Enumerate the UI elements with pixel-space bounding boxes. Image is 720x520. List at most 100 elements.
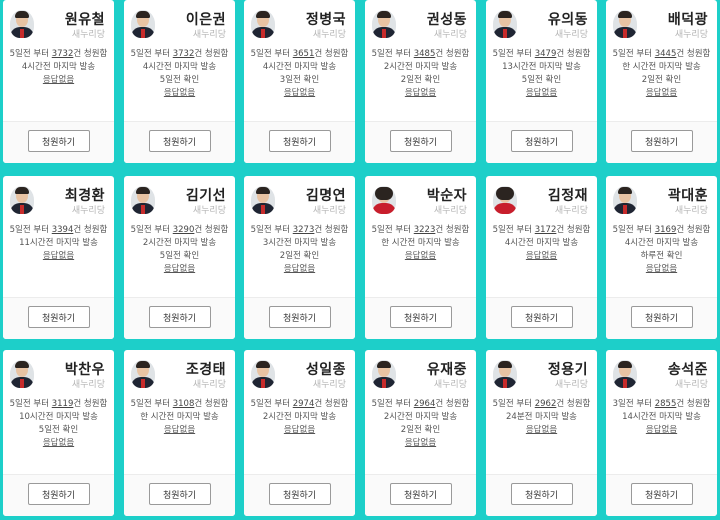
- petition-count[interactable]: 3651: [293, 49, 315, 59]
- lawmaker-avatar: [251, 10, 275, 38]
- petition-count[interactable]: 2855: [655, 399, 677, 409]
- lawmaker-name: 성일종: [305, 362, 346, 378]
- petition-count[interactable]: 3394: [52, 225, 74, 235]
- no-reply-link[interactable]: 응답없음: [164, 87, 195, 100]
- petition-count[interactable]: 3108: [173, 399, 195, 409]
- lawmaker-card: 곽대훈 새누리당 5일전 부터 3169건 청원함 4시간전 마지막 발송 하루…: [606, 176, 717, 339]
- no-reply-link[interactable]: 응답없음: [164, 424, 195, 437]
- petition-count-line: 5일전 부터 3119건 청원함: [9, 399, 108, 409]
- no-reply-link[interactable]: 응답없음: [43, 437, 74, 450]
- petition-count[interactable]: 3169: [655, 225, 677, 235]
- no-reply-link[interactable]: 응답없음: [284, 424, 315, 437]
- petition-count[interactable]: 2962: [535, 399, 557, 409]
- lawmaker-avatar: [131, 10, 155, 38]
- lawmaker-avatar: [493, 186, 517, 214]
- read-status-text: 2일전 확인: [400, 425, 441, 435]
- no-reply-link[interactable]: 응답없음: [526, 87, 557, 100]
- read-status-text: 2일전 확인: [400, 75, 441, 85]
- lawmaker-card: 성일종 새누리당 5일전 부터 2974건 청원함 2시간전 마지막 발송 응답…: [244, 350, 355, 516]
- petition-button[interactable]: 청원하기: [27, 130, 90, 152]
- petition-button[interactable]: 청원하기: [630, 130, 693, 152]
- petition-button[interactable]: 청원하기: [389, 306, 452, 328]
- lawmaker-name: 정병국: [305, 12, 346, 28]
- petition-count[interactable]: 3273: [293, 225, 315, 235]
- read-status-text: 5일전 확인: [159, 251, 200, 261]
- no-reply-link[interactable]: 응답없음: [526, 424, 557, 437]
- petition-button[interactable]: 청원하기: [27, 483, 90, 505]
- last-sent-text: 2시간전 마지막 발송: [383, 412, 458, 422]
- petition-count-line: 5일전 부터 3445건 청원함: [612, 49, 711, 59]
- petition-count[interactable]: 2964: [414, 399, 436, 409]
- petition-count[interactable]: 3732: [52, 49, 74, 59]
- lawmaker-name: 이은권: [185, 12, 226, 28]
- no-reply-link[interactable]: 응답없음: [646, 87, 677, 100]
- petition-count[interactable]: 3172: [535, 225, 557, 235]
- last-sent-text: 4시간전 마지막 발송: [21, 62, 96, 72]
- party-label: 새누리당: [554, 30, 588, 40]
- petition-count[interactable]: 3119: [52, 399, 74, 409]
- petition-button[interactable]: 청원하기: [268, 483, 331, 505]
- lawmaker-card: 배덕광 새누리당 5일전 부터 3445건 청원함 한 시간전 마지막 발송 2…: [606, 0, 717, 163]
- petition-count[interactable]: 3485: [414, 49, 436, 59]
- lawmaker-avatar: [251, 360, 275, 388]
- petition-count-line: 5일전 부터 3223건 청원함: [371, 225, 470, 235]
- petition-button[interactable]: 청원하기: [510, 306, 573, 328]
- read-status-text: 5일전 확인: [159, 75, 200, 85]
- read-status-text: 5일전 확인: [38, 425, 79, 435]
- petition-button[interactable]: 청원하기: [510, 130, 573, 152]
- no-reply-link[interactable]: 응답없음: [284, 87, 315, 100]
- petition-button[interactable]: 청원하기: [630, 483, 693, 505]
- no-reply-link[interactable]: 응답없음: [405, 87, 436, 100]
- petition-button[interactable]: 청원하기: [389, 483, 452, 505]
- lawmaker-card: 김기선 새누리당 5일전 부터 3290건 청원함 2시간전 마지막 발송 5일…: [124, 176, 235, 339]
- read-status-text: 하루전 확인: [640, 251, 683, 261]
- no-reply-link[interactable]: 응답없음: [526, 250, 557, 263]
- lawmaker-avatar: [372, 360, 396, 388]
- petition-count[interactable]: 3445: [655, 49, 677, 59]
- last-sent-text: 4시간전 마지막 발송: [504, 238, 579, 248]
- no-reply-link[interactable]: 응답없음: [646, 263, 677, 276]
- lawmaker-avatar: [372, 186, 396, 214]
- no-reply-link[interactable]: 응답없음: [164, 263, 195, 276]
- petition-count[interactable]: 3479: [535, 49, 557, 59]
- petition-button[interactable]: 청원하기: [630, 306, 693, 328]
- petition-button[interactable]: 청원하기: [148, 483, 211, 505]
- no-reply-link[interactable]: 응답없음: [646, 424, 677, 437]
- petition-count-line: 5일전 부터 3732건 청원함: [130, 49, 229, 59]
- petition-button[interactable]: 청원하기: [268, 130, 331, 152]
- lawmaker-card: 유의동 새누리당 5일전 부터 3479건 청원함 13시간전 마지막 발송 5…: [486, 0, 597, 163]
- no-reply-link[interactable]: 응답없음: [284, 263, 315, 276]
- petition-count-line: 5일전 부터 3651건 청원함: [250, 49, 349, 59]
- lawmaker-avatar: [613, 186, 637, 214]
- no-reply-link[interactable]: 응답없음: [405, 437, 436, 450]
- petition-count-line: 5일전 부터 3479건 청원함: [492, 49, 591, 59]
- petition-count-line: 5일전 부터 3485건 청원함: [371, 49, 470, 59]
- read-status-text: 2일전 확인: [279, 251, 320, 261]
- petition-button[interactable]: 청원하기: [389, 130, 452, 152]
- petition-count[interactable]: 3732: [173, 49, 195, 59]
- petition-button[interactable]: 청원하기: [27, 306, 90, 328]
- petition-button[interactable]: 청원하기: [148, 130, 211, 152]
- petition-count[interactable]: 3223: [414, 225, 436, 235]
- last-sent-text: 4시간전 마지막 발송: [262, 62, 337, 72]
- petition-count[interactable]: 2974: [293, 399, 315, 409]
- no-reply-link[interactable]: 응답없음: [43, 250, 74, 263]
- petition-count[interactable]: 3290: [173, 225, 195, 235]
- last-sent-text: 10시간전 마지막 발송: [19, 412, 98, 422]
- no-reply-link[interactable]: 응답없음: [43, 74, 74, 87]
- petition-count-line: 5일전 부터 3108건 청원함: [130, 399, 229, 409]
- lawmaker-card: 이은권 새누리당 5일전 부터 3732건 청원함 4시간전 마지막 발송 5일…: [124, 0, 235, 163]
- petition-button[interactable]: 청원하기: [268, 306, 331, 328]
- lawmaker-avatar: [10, 10, 34, 38]
- lawmaker-card: 정병국 새누리당 5일전 부터 3651건 청원함 4시간전 마지막 발송 3일…: [244, 0, 355, 163]
- lawmaker-name: 권성동: [426, 12, 467, 28]
- petition-button[interactable]: 청원하기: [148, 306, 211, 328]
- party-label: 새누리당: [433, 206, 467, 216]
- petition-button[interactable]: 청원하기: [510, 483, 573, 505]
- read-status-text: 2일전 확인: [641, 75, 682, 85]
- petition-count-line: 5일전 부터 2964건 청원함: [371, 399, 470, 409]
- lawmaker-card: 박순자 새누리당 5일전 부터 3223건 청원함 한 시간전 마지막 발송 응…: [365, 176, 476, 339]
- lawmaker-name: 김기선: [185, 188, 226, 204]
- lawmaker-name: 곽대훈: [667, 188, 708, 204]
- no-reply-link[interactable]: 응답없음: [405, 250, 436, 263]
